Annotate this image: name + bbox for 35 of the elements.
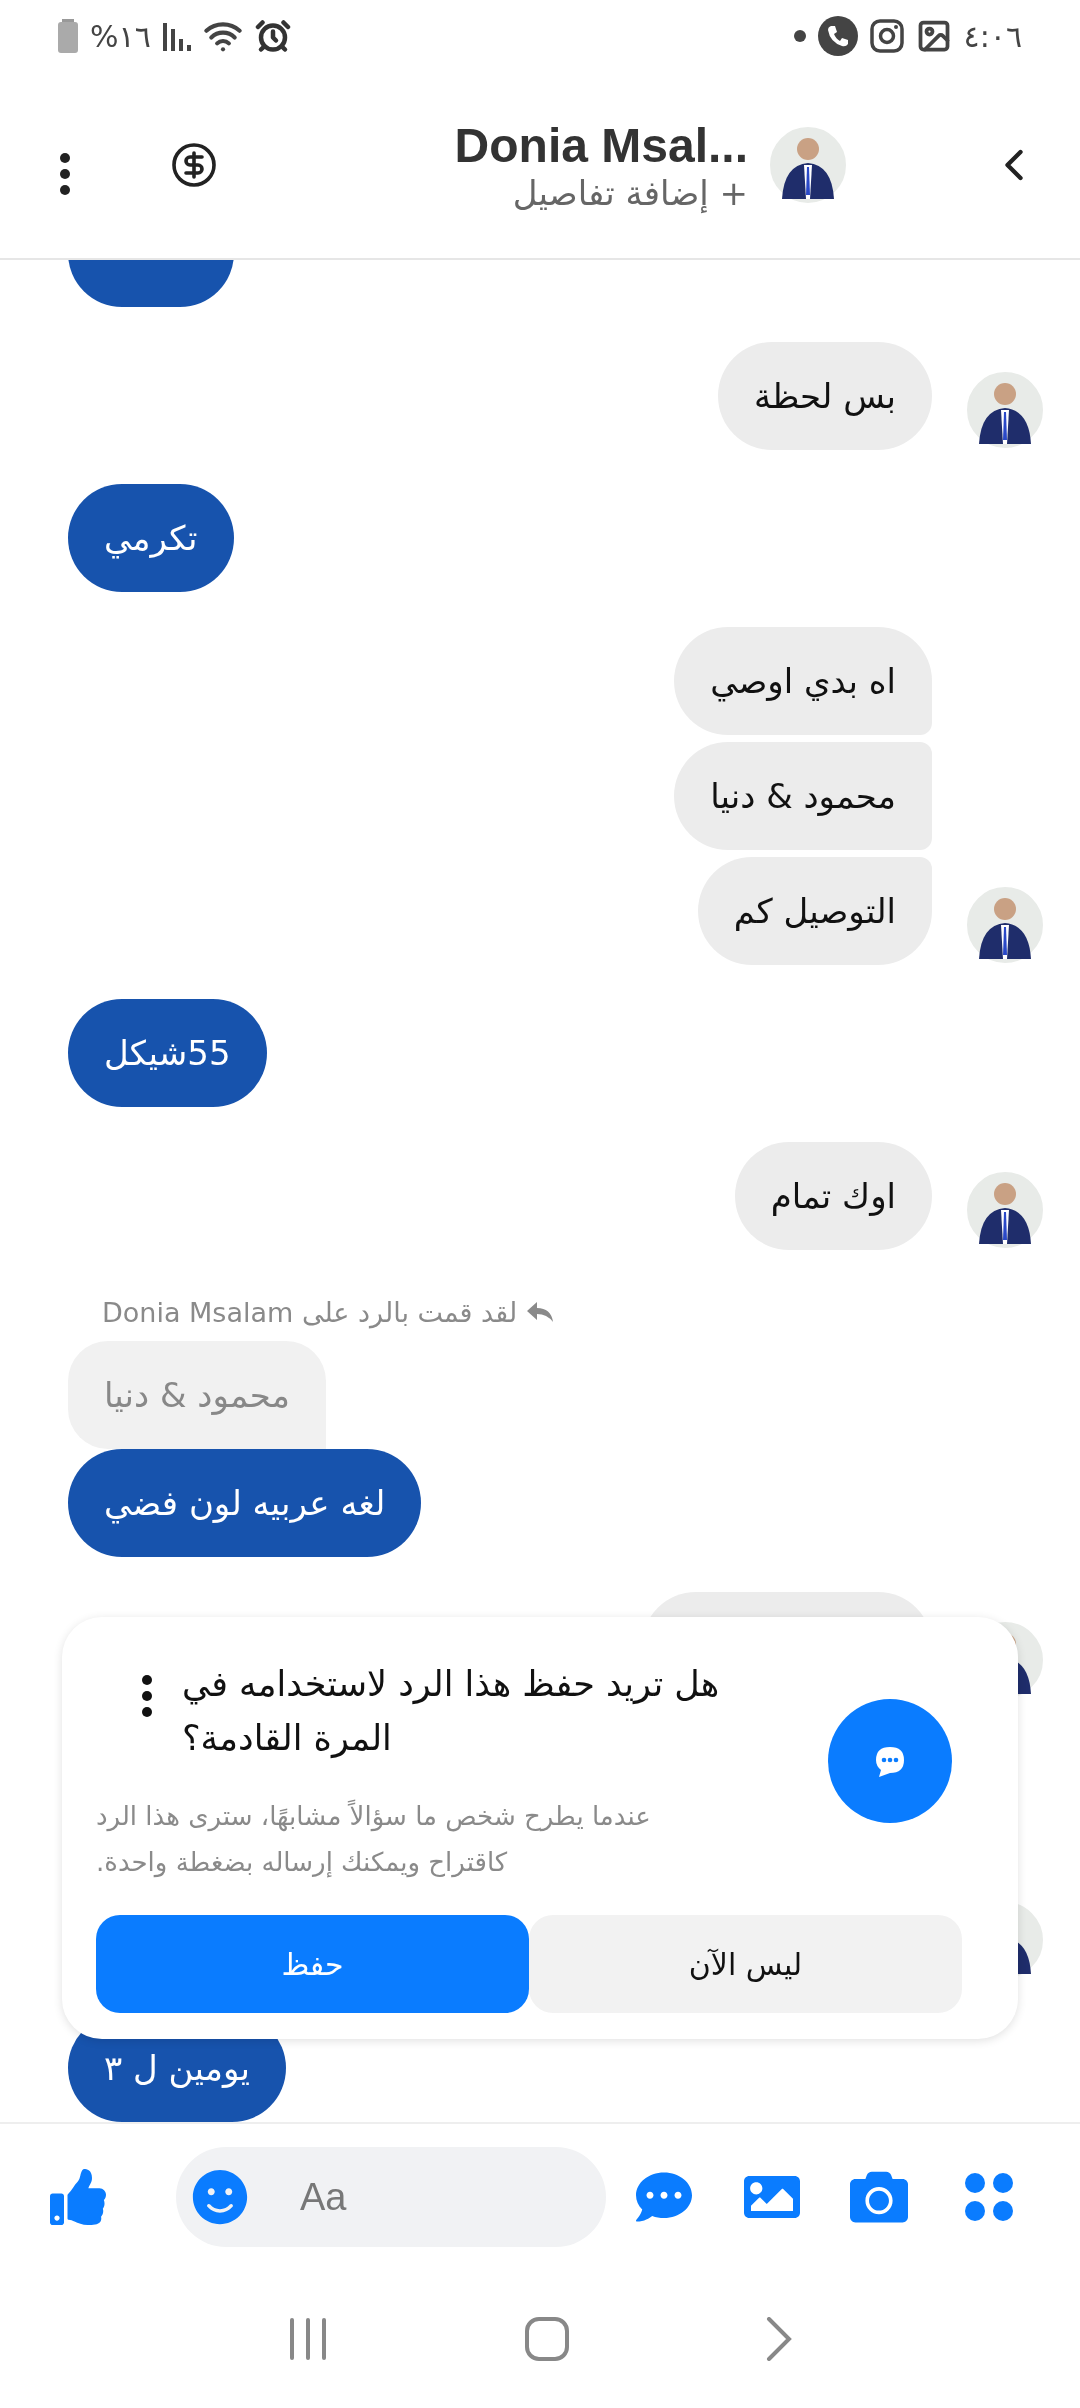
message-bubble: لغه عربيه لون فضي: [68, 1449, 422, 1557]
message-bubble: 55شيكل: [68, 999, 267, 1107]
dot-icon: [793, 30, 806, 42]
battery-percent: %١٦: [90, 18, 151, 54]
message-bubble: محمود & دنيا: [674, 742, 932, 850]
text-input[interactable]: Aa: [298, 2174, 502, 2220]
recents-icon[interactable]: [288, 2318, 329, 2360]
phone-icon: [817, 16, 858, 56]
like-icon[interactable]: [50, 2169, 106, 2225]
quoted-message: محمود & دنيا: [68, 1341, 326, 1449]
apps-icon[interactable]: [964, 2172, 1014, 2222]
message-bubble: بس لحظة: [717, 342, 932, 450]
not-now-button[interactable]: ليس الآن: [529, 1915, 962, 2013]
alarm-icon: [254, 18, 291, 54]
menu-icon[interactable]: [60, 153, 70, 195]
reply-label: لقد قمت بالرد على Donia Msalam: [102, 1296, 518, 1328]
card-title: هل تريد حفظ هذا الرد لاستخدامه في المرة القادمة؟: [182, 1663, 721, 1760]
reply-icon: [525, 1300, 556, 1324]
add-details-link[interactable]: + إضافة تفاصيل: [512, 172, 748, 213]
save-button[interactable]: حفظ: [96, 1915, 529, 2013]
dollar-icon[interactable]: [170, 141, 218, 189]
message-field[interactable]: Aa: [176, 2147, 606, 2247]
home-icon[interactable]: [525, 2317, 569, 2361]
message-bubble: التوصيل كم: [697, 857, 932, 965]
battery-icon: [58, 19, 78, 53]
more-icon[interactable]: [142, 1675, 152, 1717]
signal-icon: [162, 21, 191, 51]
clock-time: ٤:٠٦: [963, 18, 1022, 54]
message-bubble: تكرمي: [68, 484, 234, 592]
message-bubble: اوك تمام: [734, 1142, 932, 1250]
camera-glyph-icon: [869, 19, 904, 53]
card-description: عندما يطرح شخص ما سؤالاً مشابهًا، سترى هذا الرد كاقتراح ويمكنك إرساله بضغطة واحدة.: [96, 1798, 652, 1880]
emoji-icon[interactable]: [192, 2169, 248, 2225]
message-bubble: اه بدي اوصي: [674, 627, 932, 735]
contact-name[interactable]: Donia Msal...: [454, 117, 748, 173]
